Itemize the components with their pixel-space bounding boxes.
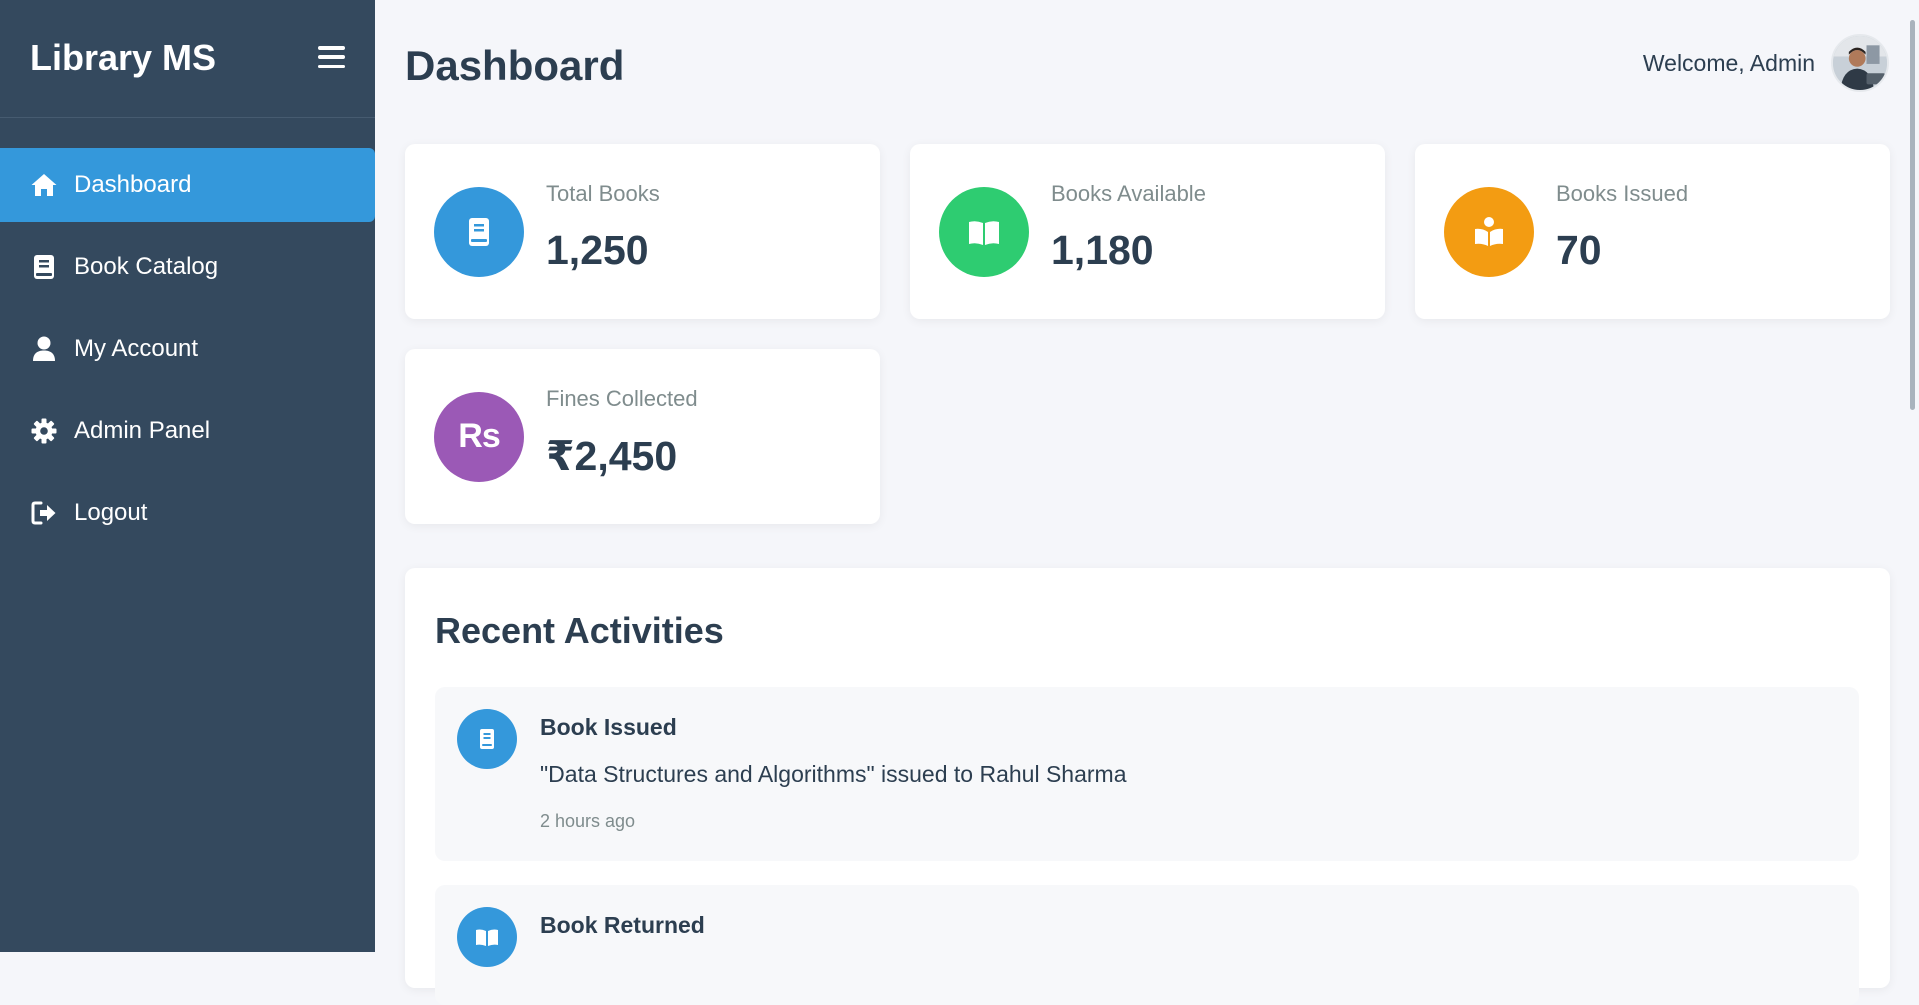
sidebar: Library MS Dashboard Book Catalog My Acc… xyxy=(0,0,375,952)
sidebar-header: Library MS xyxy=(0,0,375,118)
section-title: Recent Activities xyxy=(435,610,724,651)
book-icon xyxy=(30,253,58,281)
stat-label: Books Available xyxy=(1051,181,1206,206)
user-icon xyxy=(30,335,58,363)
sidebar-item-my-account[interactable]: My Account xyxy=(0,312,375,386)
activity-description: "Data Structures and Algorithms" issued … xyxy=(540,761,1127,787)
logout-icon xyxy=(30,499,58,527)
activity-time: 2 hours ago xyxy=(540,811,636,831)
sidebar-item-label: Book Catalog xyxy=(74,253,219,280)
welcome-text: Welcome, Admin xyxy=(1642,49,1815,76)
gear-icon xyxy=(30,417,58,445)
scrollbar-thumb[interactable] xyxy=(1910,20,1915,410)
sidebar-item-logout[interactable]: Logout xyxy=(0,476,375,550)
sidebar-item-book-catalog[interactable]: Book Catalog xyxy=(0,230,375,304)
stat-value: 70 xyxy=(1556,227,1602,273)
recent-activities-panel: Recent Activities Book Issued "Data Stru… xyxy=(405,568,1890,1005)
brand-title: Library MS xyxy=(30,37,217,78)
sidebar-nav: Dashboard Book Catalog My Account Admin … xyxy=(0,118,375,550)
sidebar-item-label: My Account xyxy=(74,335,199,362)
stat-value: 1,250 xyxy=(546,227,649,273)
activity-title: Book Issued xyxy=(540,714,677,740)
page-title: Dashboard xyxy=(405,42,625,89)
activity-item[interactable]: Book Issued "Data Structures and Algorit… xyxy=(435,687,1859,861)
sidebar-item-label: Logout xyxy=(74,499,148,526)
book-reader-icon xyxy=(1444,186,1534,277)
avatar[interactable] xyxy=(1831,34,1889,92)
activity-item[interactable]: Book Returned xyxy=(435,885,1859,1005)
stat-card-books-issued: Books Issued 70 xyxy=(1415,144,1890,319)
menu-toggle-icon[interactable] xyxy=(318,46,345,68)
stat-value: 1,180 xyxy=(1051,227,1154,273)
open-book-icon xyxy=(939,186,1029,277)
stat-label: Books Issued xyxy=(1556,181,1689,206)
stat-label: Total Books xyxy=(546,181,660,206)
user-info: Welcome, Admin xyxy=(1643,34,1889,92)
stat-value: ₹2,450 xyxy=(546,432,678,479)
sidebar-item-label: Admin Panel xyxy=(74,417,211,444)
stat-card-fines-collected: Rs Fines Collected ₹2,450 xyxy=(405,349,880,524)
page-scrollbar[interactable] xyxy=(1905,0,1919,952)
stat-card-total-books: Total Books 1,250 xyxy=(405,144,880,319)
stat-label: Fines Collected xyxy=(546,385,698,411)
rupee-sign-icon: Rs xyxy=(434,391,524,482)
book-icon xyxy=(457,709,517,769)
stat-card-books-available: Books Available 1,180 xyxy=(910,144,1385,319)
open-book-icon xyxy=(457,907,517,967)
sidebar-item-admin-panel[interactable]: Admin Panel xyxy=(0,394,375,468)
rupee-sign-text: Rs xyxy=(458,417,500,455)
home-icon xyxy=(30,171,58,199)
book-icon xyxy=(434,186,524,277)
activity-title: Book Returned xyxy=(540,912,705,938)
sidebar-item-dashboard[interactable]: Dashboard xyxy=(0,148,375,222)
sidebar-item-label: Dashboard xyxy=(74,171,192,198)
